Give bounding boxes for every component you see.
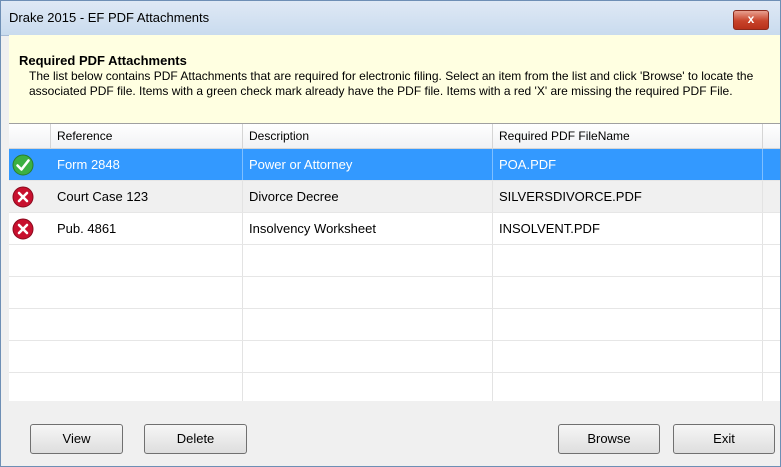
empty-cell: [493, 373, 763, 401]
attachments-grid[interactable]: Reference Description Required PDF FileN…: [9, 123, 780, 401]
empty-row: [9, 341, 780, 373]
empty-row: [9, 277, 780, 309]
close-button[interactable]: x: [733, 10, 769, 30]
banner-description: The list below contains PDF Attachments …: [29, 69, 754, 98]
empty-cell: [51, 309, 243, 340]
empty-row: [9, 245, 780, 277]
empty-cell: [51, 373, 243, 401]
title-bar[interactable]: Drake 2015 - EF PDF Attachments x: [1, 1, 780, 36]
empty-cell: [243, 373, 493, 401]
empty-row: [9, 309, 780, 341]
filename-cell: POA.PDF: [493, 149, 763, 180]
empty-cell: [243, 277, 493, 308]
delete-button[interactable]: Delete: [144, 424, 247, 454]
column-header-description[interactable]: Description: [243, 124, 493, 148]
check-icon: [12, 154, 34, 176]
status-column-header[interactable]: [9, 124, 51, 148]
reference-cell: Pub. 4861: [51, 213, 243, 244]
empty-cell: [51, 245, 243, 276]
empty-cell: [51, 277, 243, 308]
x-icon: [12, 186, 34, 208]
empty-cell: [243, 341, 493, 372]
x-icon: [12, 218, 34, 240]
filename-cell: SILVERSDIVORCE.PDF: [493, 181, 763, 212]
table-row[interactable]: Court Case 123 Divorce Decree SILVERSDIV…: [9, 181, 780, 213]
table-row[interactable]: Form 2848 Power or Attorney POA.PDF: [9, 149, 780, 181]
column-header-reference[interactable]: Reference: [51, 124, 243, 148]
description-cell: Insolvency Worksheet: [243, 213, 493, 244]
grid-header: Reference Description Required PDF FileN…: [9, 124, 780, 149]
view-button[interactable]: View: [30, 424, 123, 454]
column-header-filename[interactable]: Required PDF FileName: [493, 124, 763, 148]
empty-cell: [493, 277, 763, 308]
empty-cell: [243, 245, 493, 276]
description-cell: Power or Attorney: [243, 149, 493, 180]
empty-cell: [493, 341, 763, 372]
reference-cell: Court Case 123: [51, 181, 243, 212]
description-cell: Divorce Decree: [243, 181, 493, 212]
empty-cell: [493, 309, 763, 340]
exit-button[interactable]: Exit: [673, 424, 775, 454]
browse-button[interactable]: Browse: [558, 424, 660, 454]
table-row[interactable]: Pub. 4861 Insolvency Worksheet INSOLVENT…: [9, 213, 780, 245]
empty-cell: [51, 341, 243, 372]
filename-cell: INSOLVENT.PDF: [493, 213, 763, 244]
reference-cell: Form 2848: [51, 149, 243, 180]
pdf-attachments-window: Drake 2015 - EF PDF Attachments x Requir…: [0, 0, 781, 467]
banner-title: Required PDF Attachments: [19, 53, 187, 68]
empty-cell: [243, 309, 493, 340]
empty-row: [9, 373, 780, 401]
empty-cell: [493, 245, 763, 276]
window-title: Drake 2015 - EF PDF Attachments: [9, 10, 210, 25]
